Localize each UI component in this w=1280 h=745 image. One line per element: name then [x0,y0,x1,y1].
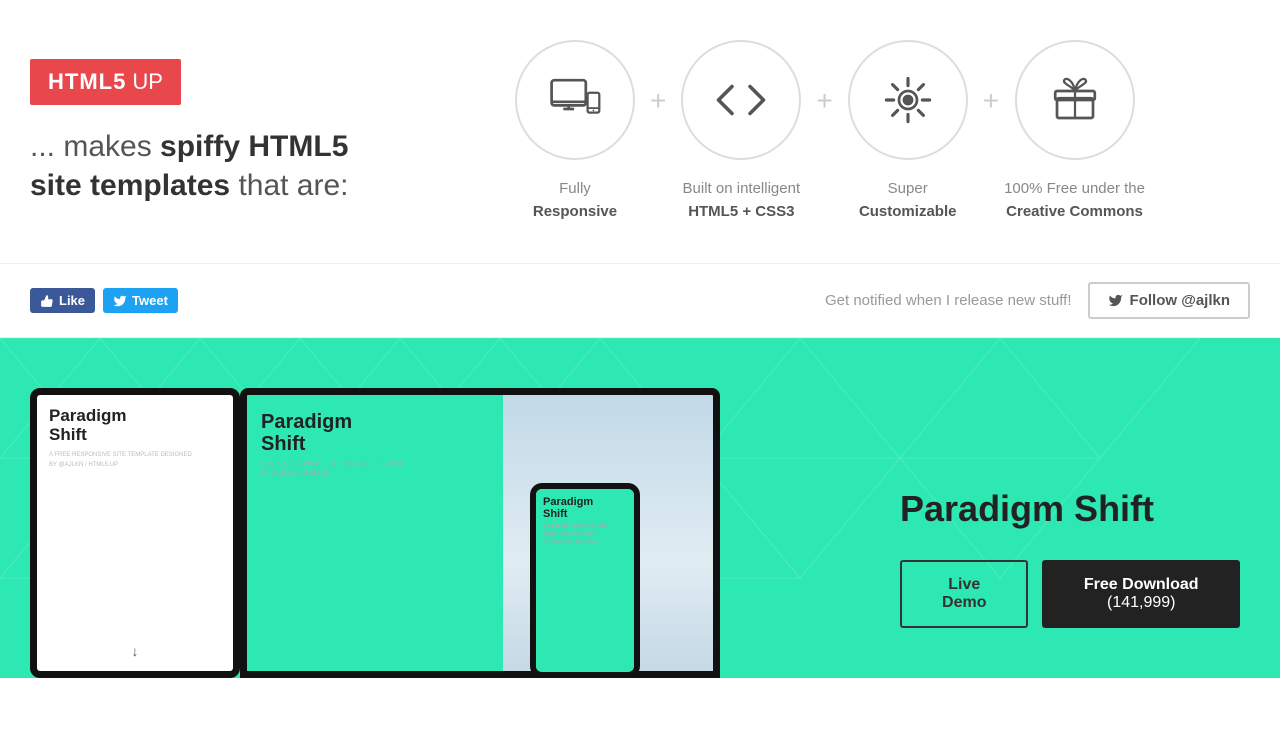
tagline-bold: spiffy HTML5 [160,130,348,163]
twitter-follow-icon [1108,293,1123,308]
social-right: Get notified when I release new stuff! F… [825,282,1250,319]
device-phone: ParadigmShift A FREE RESPONSIVE SITE TEM… [530,483,640,678]
thumbs-up-icon [40,294,54,308]
device-desktop: ParadigmShift A FREE RESPONSIVE SITE TEM… [240,388,720,678]
feature-customizable-icon-circle [848,40,968,160]
feature-html5css3-icon-circle [681,40,801,160]
template-actions: Live Demo Free Download (141,999) [900,560,1240,628]
showcase-info-panel: Paradigm Shift Live Demo Free Download (… [860,438,1280,678]
device-desktop-screen: ParadigmShift A FREE RESPONSIVE SITE TEM… [247,395,713,671]
hero-tagline: ... makes spiffy HTML5 site templates th… [30,127,410,205]
twitter-follow-button[interactable]: Follow @ajlkn [1088,282,1250,319]
gear-icon [881,73,935,127]
tagline-prefix: ... makes [30,130,152,163]
feature-responsive: Fully Responsive [495,40,655,223]
tagline-suffix: that are: [238,169,348,202]
showcase-devices: ParadigmShift A FREE RESPONSIVE SITE TEM… [0,348,860,678]
logo-up-text: UP [132,69,163,95]
tablet-mockup-subtitle: A FREE RESPONSIVE SITE TEMPLATE DESIGNED… [49,451,221,470]
device-phone-screen: ParadigmShift A FREE RESPONSIVE SITE TEM… [536,489,634,672]
feature-responsive-icon-circle [515,40,635,160]
features-row: Fully Responsive + Built on intelligent … [410,40,1240,223]
feature-customizable-label: Super Customizable [859,178,957,223]
feature-customizable: Super Customizable [828,40,988,223]
logo-html5-text: HTML5 [48,69,126,95]
device-tablet: ParadigmShift A FREE RESPONSIVE SITE TEM… [30,388,240,678]
tagline-middle: site templates [30,169,230,202]
device-tablet-screen: ParadigmShift A FREE RESPONSIVE SITE TEM… [37,395,233,671]
template-title: Paradigm Shift [900,488,1240,530]
social-bar: Like Tweet Get notified when I release n… [0,263,1280,338]
feature-html5css3: Built on intelligent HTML5 + CSS3 [661,40,821,223]
gift-icon [1048,73,1102,127]
hero-left: HTML5 UP ... makes spiffy HTML5 site tem… [30,59,410,205]
monitor-mobile-icon [548,73,602,127]
feature-html5css3-label: Built on intelligent HTML5 + CSS3 [683,178,801,223]
feature-free: 100% Free under the Creative Commons [994,40,1155,223]
twitter-tweet-button[interactable]: Tweet [103,288,178,313]
code-icon [714,73,768,127]
social-buttons-left: Like Tweet [30,288,178,313]
tablet-mockup-title: ParadigmShift [49,407,221,444]
feature-responsive-label: Fully Responsive [533,178,617,223]
template-showcase: ParadigmShift A FREE RESPONSIVE SITE TEM… [0,338,1280,678]
logo-badge: HTML5 UP [30,59,181,105]
twitter-icon [113,294,127,308]
facebook-like-button[interactable]: Like [30,288,95,313]
live-demo-button[interactable]: Live Demo [900,560,1028,628]
notify-text: Get notified when I release new stuff! [825,292,1072,309]
feature-free-label: 100% Free under the Creative Commons [1004,178,1145,223]
free-download-button[interactable]: Free Download (141,999) [1042,560,1240,628]
hero-section: HTML5 UP ... makes spiffy HTML5 site tem… [0,0,1280,263]
feature-free-icon-circle [1015,40,1135,160]
